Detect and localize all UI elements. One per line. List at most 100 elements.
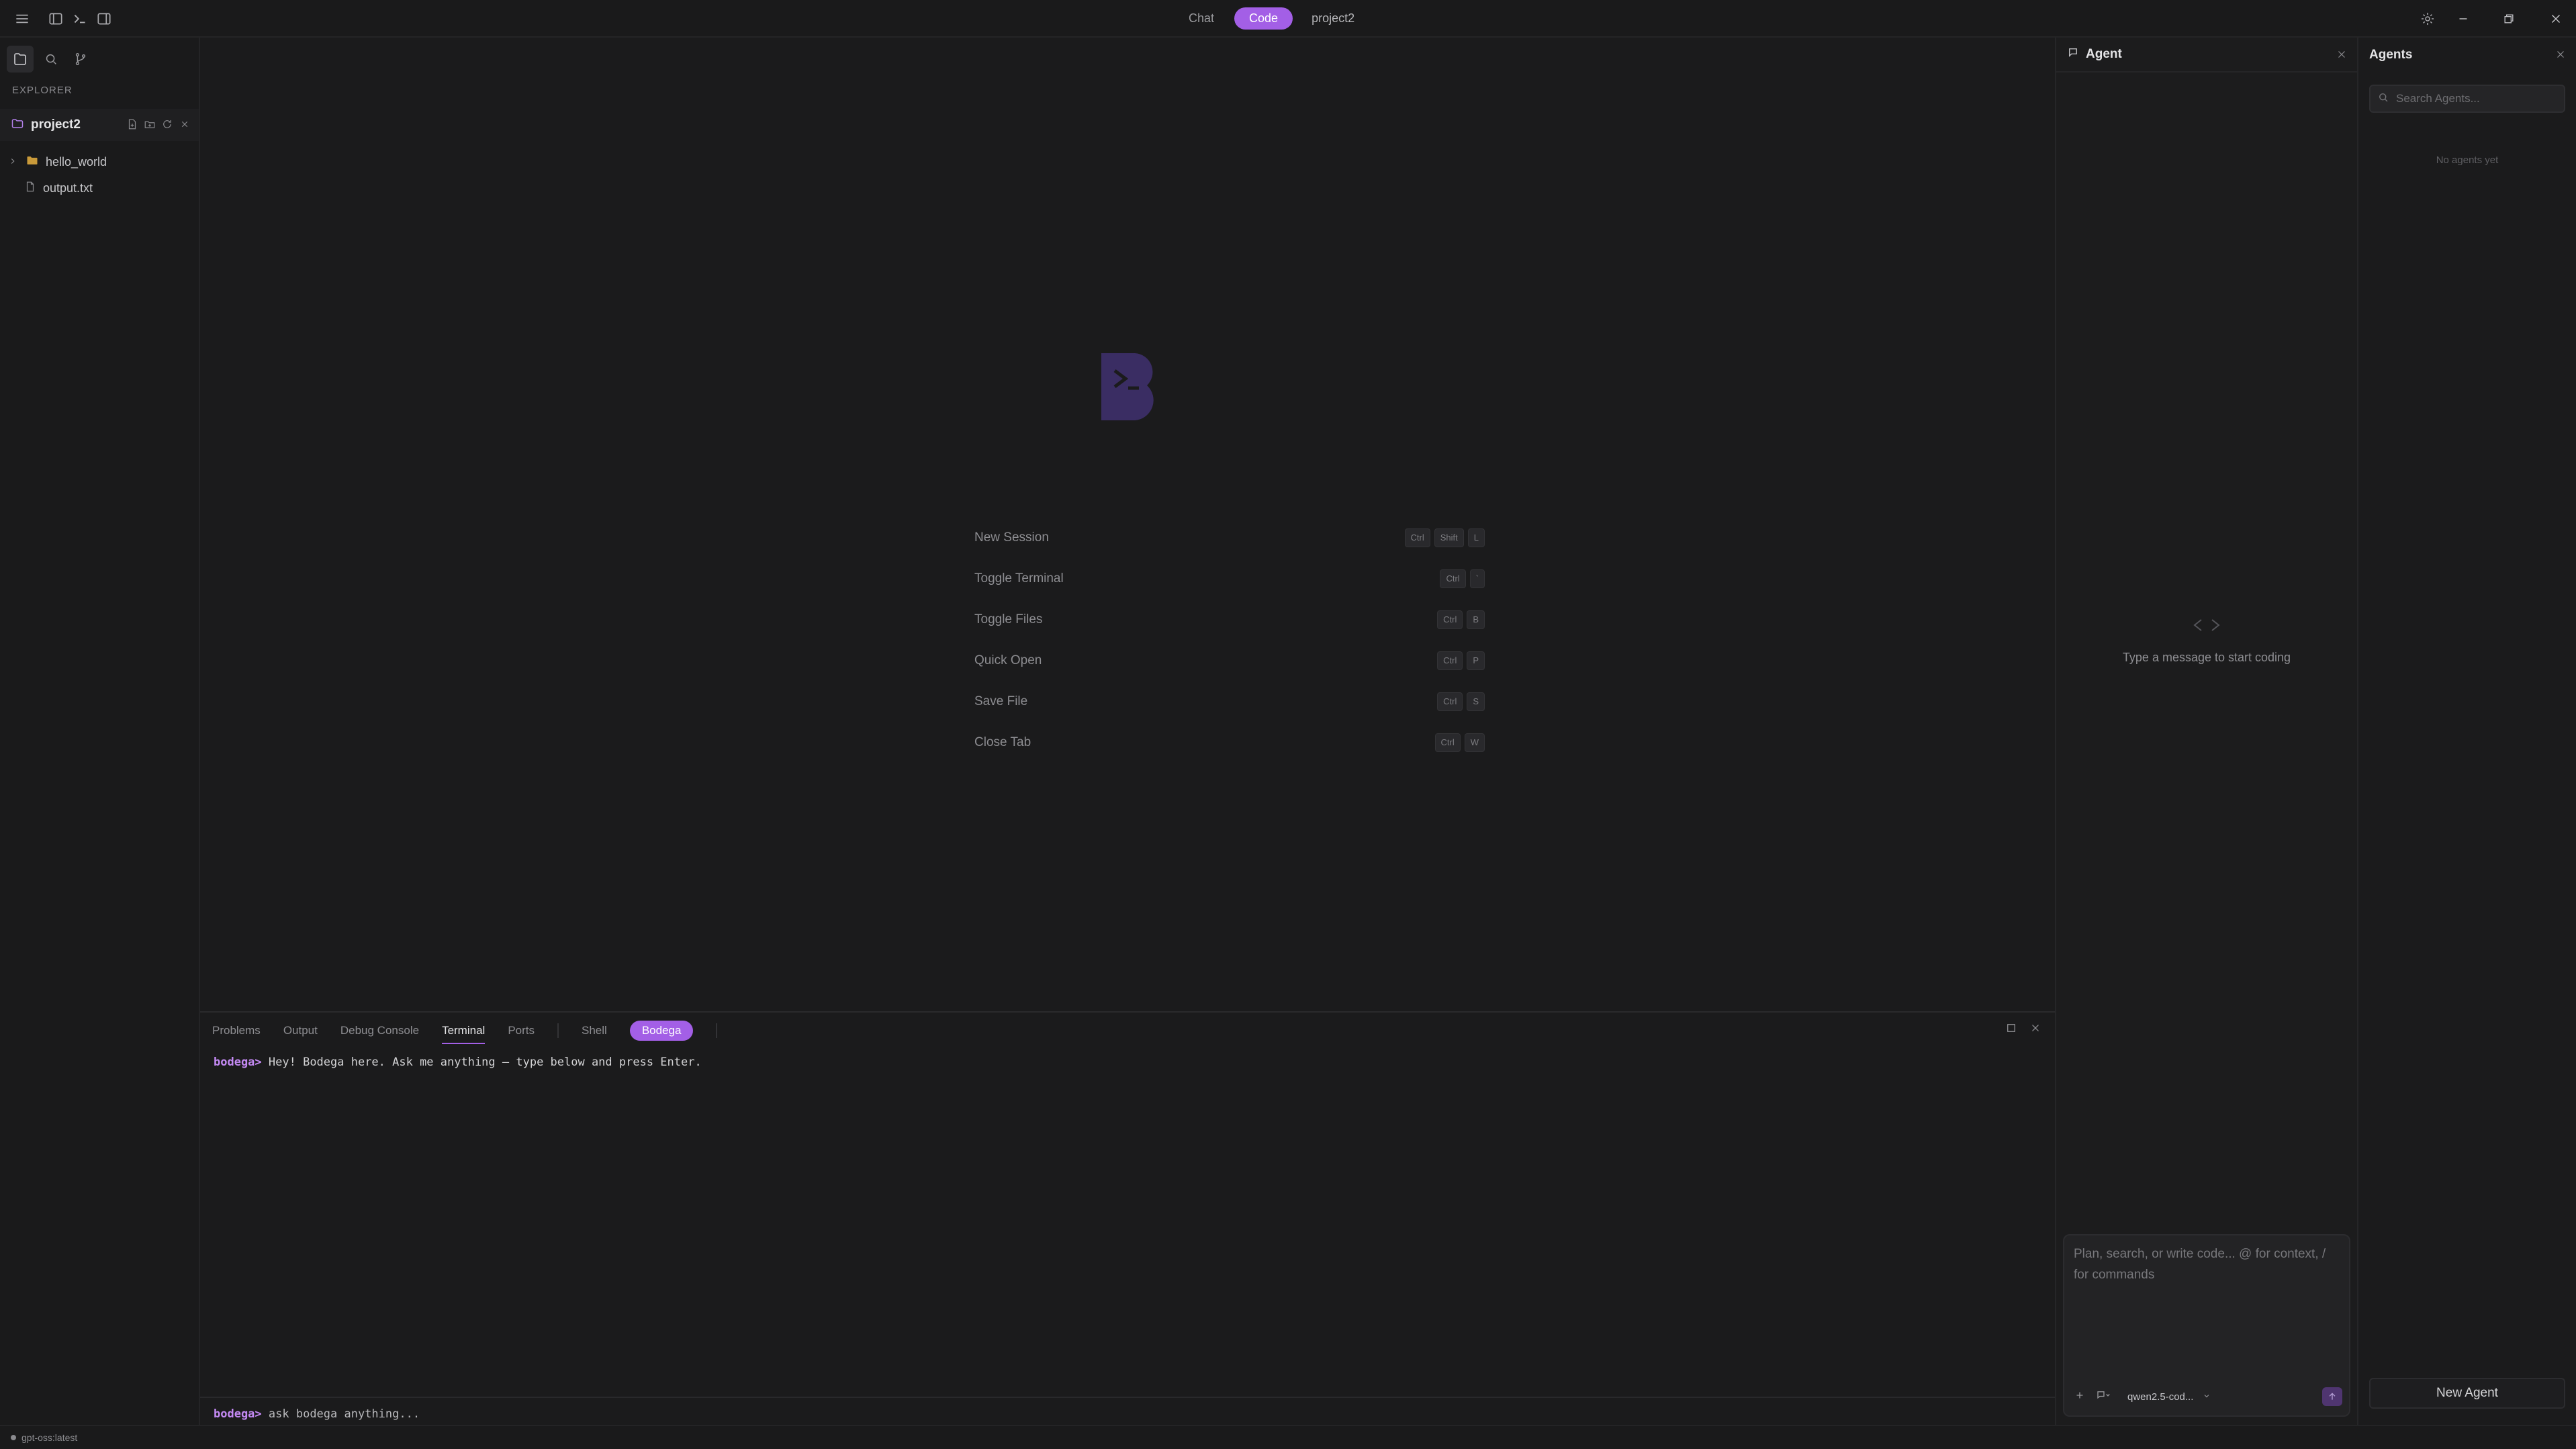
- file-icon: [24, 181, 36, 196]
- new-agent-button[interactable]: New Agent: [2369, 1378, 2565, 1409]
- panel-tab-bar: Problems Output Debug Console Terminal P…: [212, 1021, 718, 1044]
- shortcut-key: Ctrl: [1434, 733, 1461, 752]
- tab-ports[interactable]: Ports: [508, 1024, 535, 1037]
- toggle-right-panel-icon[interactable]: [94, 9, 114, 28]
- title-bar: Chat Code project2: [0, 0, 2576, 38]
- terminal-prompt: bodega>: [214, 1407, 262, 1421]
- terminal-input-line[interactable]: bodega> ask bodega anything...: [214, 1407, 420, 1421]
- agent-panel: Agent Type a message to start coding qwe…: [2055, 38, 2358, 1425]
- shortcut-list: New Session Ctrl Shift L Toggle Terminal…: [974, 517, 1485, 763]
- tab-chat[interactable]: Chat: [1182, 7, 1221, 30]
- close-agents-icon[interactable]: [2555, 48, 2567, 64]
- menu-icon[interactable]: [12, 9, 32, 28]
- agents-panel: Agents No agents yet New Agent: [2358, 38, 2576, 1425]
- no-agents-message: No agents yet: [2436, 154, 2499, 166]
- shortcut-toggle-files[interactable]: Toggle Files Ctrl B: [974, 599, 1485, 640]
- project-root-name: project2: [31, 118, 81, 132]
- agent-composer: qwen2.5-cod...: [2063, 1234, 2350, 1417]
- shortcut-key: B: [1467, 610, 1485, 629]
- chevron-right-icon: [8, 155, 17, 169]
- tab-output[interactable]: Output: [283, 1024, 318, 1037]
- explorer-title: EXPLORER: [12, 85, 73, 96]
- tab-terminal[interactable]: Terminal: [442, 1024, 486, 1044]
- shortcut-key: P: [1467, 651, 1485, 670]
- model-selector[interactable]: qwen2.5-cod...: [2127, 1391, 2193, 1403]
- folder-icon: [11, 117, 24, 134]
- status-bar: gpt-oss:latest: [0, 1425, 2576, 1449]
- composer-toolbar: qwen2.5-cod...: [2074, 1386, 2342, 1407]
- chat-mode-icon[interactable]: [2095, 1389, 2113, 1404]
- bodega-logo: [1101, 353, 1154, 420]
- bodega-shell-tab[interactable]: Bodega: [629, 1021, 694, 1041]
- divider: [716, 1023, 718, 1038]
- empty-message: Type a message to start coding: [2122, 651, 2291, 664]
- divider: [557, 1023, 559, 1038]
- search-icon[interactable]: [38, 46, 64, 73]
- add-context-icon[interactable]: [2074, 1389, 2086, 1404]
- close-panel-icon[interactable]: [2029, 1022, 2041, 1037]
- bottom-panel: Problems Output Debug Console Terminal P…: [200, 1011, 2055, 1425]
- shortcut-key: L: [1467, 528, 1485, 547]
- shortcut-key: Ctrl: [1404, 528, 1430, 547]
- new-file-icon[interactable]: [126, 118, 138, 134]
- agents-header: Agents: [2358, 38, 2576, 73]
- shortcut-key: S: [1467, 692, 1485, 711]
- terminal-input-placeholder[interactable]: ask bodega anything...: [269, 1407, 420, 1421]
- active-model-status[interactable]: gpt-oss:latest: [21, 1432, 77, 1443]
- tab-code[interactable]: Code: [1234, 7, 1293, 30]
- shortcut-save-file[interactable]: Save File Ctrl S: [974, 681, 1485, 722]
- agents-title: Agents: [2369, 48, 2413, 62]
- shortcut-quick-open[interactable]: Quick Open Ctrl P: [974, 640, 1485, 681]
- shortcut-key: Ctrl: [1437, 610, 1463, 629]
- tree-item-label: output.txt: [43, 181, 93, 195]
- shortcut-key: W: [1464, 733, 1485, 752]
- files-icon[interactable]: [7, 46, 34, 73]
- agent-empty-state: Type a message to start coding: [2056, 615, 2357, 665]
- toggle-sidebar-icon[interactable]: [46, 9, 66, 28]
- agent-title: Agent: [2086, 47, 2122, 61]
- code-brackets-icon: [2191, 619, 2223, 638]
- terminal-output-line: bodega> Hey! Bodega here. Ask me anythin…: [214, 1056, 702, 1069]
- status-dot-icon: [11, 1435, 16, 1440]
- tree-item-label: hello_world: [46, 154, 107, 169]
- agent-prompt-input[interactable]: [2074, 1244, 2342, 1378]
- agents-search: [2369, 85, 2565, 113]
- explorer-sidebar: EXPLORER project2 hello_world output.txt: [0, 38, 200, 1425]
- project-root[interactable]: project2: [0, 109, 199, 141]
- agents-search-input[interactable]: [2396, 92, 2557, 105]
- tree-item-file[interactable]: output.txt: [0, 175, 199, 201]
- refresh-icon[interactable]: [161, 118, 173, 134]
- tab-problems[interactable]: Problems: [212, 1024, 261, 1037]
- shortcut-new-session[interactable]: New Session Ctrl Shift L: [974, 517, 1485, 558]
- terminal-greeting: Hey! Bodega here. Ask me anything — type…: [268, 1056, 702, 1069]
- close-agent-icon[interactable]: [2336, 48, 2348, 64]
- shortcut-key: `: [1469, 569, 1485, 588]
- close-project-icon[interactable]: [179, 118, 191, 134]
- shell-tab[interactable]: Shell: [582, 1024, 607, 1037]
- project-name[interactable]: project2: [1306, 7, 1360, 30]
- git-branch-icon[interactable]: [67, 46, 94, 73]
- shortcut-key: Ctrl: [1440, 569, 1466, 588]
- close-window-icon[interactable]: [2546, 9, 2566, 29]
- maximize-panel-icon[interactable]: [2005, 1022, 2017, 1037]
- agent-header: Agent: [2056, 38, 2357, 73]
- divider: [200, 1397, 2055, 1398]
- shortcut-close-tab[interactable]: Close Tab Ctrl W: [974, 722, 1485, 763]
- editor-area: New Session Ctrl Shift L Toggle Terminal…: [200, 38, 2055, 1011]
- terminal-icon[interactable]: [70, 9, 90, 28]
- shortcut-toggle-terminal[interactable]: Toggle Terminal Ctrl `: [974, 558, 1485, 599]
- tree-item-folder[interactable]: hello_world: [0, 149, 199, 175]
- shortcut-key: Ctrl: [1437, 692, 1463, 711]
- chevron-down-icon[interactable]: [2203, 1391, 2211, 1403]
- tab-debug-console[interactable]: Debug Console: [340, 1024, 419, 1037]
- folder-icon: [26, 154, 39, 171]
- search-icon: [2377, 91, 2389, 107]
- send-button[interactable]: [2322, 1387, 2342, 1406]
- settings-gear-icon[interactable]: [2418, 9, 2438, 29]
- chat-bubble-icon: [2067, 46, 2079, 62]
- new-folder-icon[interactable]: [144, 118, 156, 134]
- mode-switcher: Chat Code project2: [1182, 7, 1360, 30]
- restore-icon[interactable]: [2499, 9, 2519, 29]
- minimize-icon[interactable]: [2453, 9, 2473, 29]
- shortcut-key: Ctrl: [1437, 651, 1463, 670]
